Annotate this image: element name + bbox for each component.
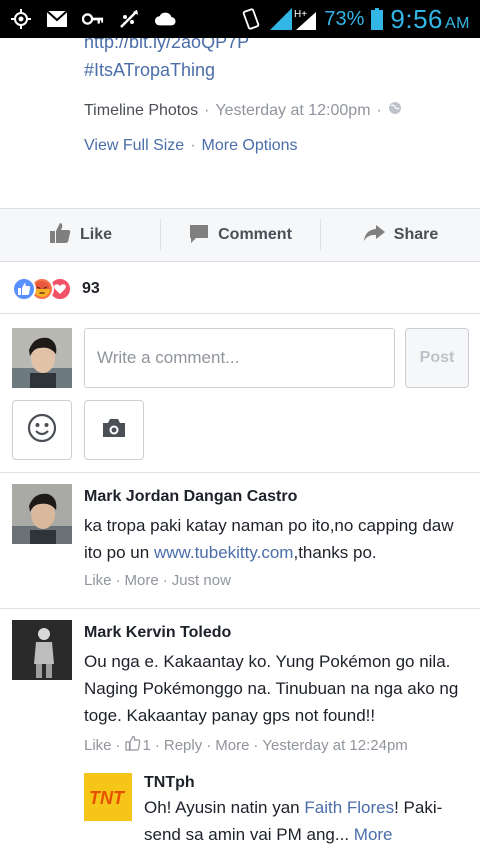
like-button[interactable]: Like bbox=[0, 209, 160, 261]
camera-icon bbox=[101, 417, 127, 444]
tntph-logo[interactable]: TNT bbox=[84, 773, 132, 821]
comment-like-button[interactable]: Like bbox=[84, 737, 112, 754]
gps-icon bbox=[10, 8, 32, 30]
comment-text-part: ,thanks po. bbox=[293, 543, 377, 562]
comment-like-button[interactable]: Like bbox=[84, 572, 112, 589]
separator: · bbox=[162, 572, 168, 589]
divider bbox=[0, 313, 480, 314]
reply-item: TNTph Oh! Ayusin natin yan Faith Flores!… bbox=[144, 774, 474, 848]
separator: · bbox=[115, 572, 121, 589]
reply-mention[interactable]: Faith Flores bbox=[304, 798, 394, 817]
comment-text: Ou nga e. Kakaantay ko. Yung Pokémon go … bbox=[84, 652, 459, 725]
comment-like-count[interactable]: 1 bbox=[124, 735, 151, 755]
more-options-link[interactable]: More Options bbox=[202, 137, 298, 155]
comment-more-button[interactable]: More bbox=[125, 572, 159, 589]
post-source[interactable]: Timeline Photos bbox=[84, 102, 198, 120]
divider bbox=[0, 608, 480, 609]
post-hashtag[interactable]: #ItsATropaThing bbox=[84, 60, 215, 81]
post-content: http://bit.ly/2aoQP7P #ItsATropaThing Ti… bbox=[0, 38, 480, 208]
post-time[interactable]: Yesterday at 12:00pm bbox=[215, 102, 370, 120]
commenter-avatar[interactable] bbox=[12, 484, 72, 544]
tnt-logo-text: TNT bbox=[89, 788, 126, 808]
comment-time[interactable]: Yesterday at 12:24pm bbox=[262, 737, 407, 754]
commenter-avatar[interactable] bbox=[12, 620, 72, 680]
post-action-bar: Like Comment Share bbox=[0, 208, 480, 262]
globe-icon bbox=[388, 101, 402, 120]
share-label: Share bbox=[393, 226, 439, 243]
separator: · bbox=[206, 736, 212, 754]
separator: · bbox=[115, 736, 121, 754]
like-reaction-icon bbox=[12, 277, 36, 301]
divider bbox=[0, 472, 480, 473]
comment-meta: Like · 1 · Reply · More · Yesterday at 1… bbox=[84, 735, 469, 755]
emoji-button[interactable] bbox=[12, 400, 72, 460]
comment-more-button[interactable]: More bbox=[215, 737, 249, 754]
status-bar: H+ 73% 9:56 AM bbox=[0, 0, 480, 38]
reply-text: Oh! Ayusin natin yan Faith Flores! Paki-… bbox=[144, 794, 474, 848]
reply-author[interactable]: TNTph bbox=[144, 774, 474, 792]
signal-icon: H+ bbox=[268, 8, 318, 30]
comment-link[interactable]: www.tubekitty.com bbox=[154, 543, 294, 562]
comment-item: Mark Kervin Toledo Ou nga e. Kakaantay k… bbox=[84, 624, 469, 755]
camera-button[interactable] bbox=[84, 400, 144, 460]
clock-ampm: AM bbox=[445, 14, 470, 32]
usb-debug-icon bbox=[118, 8, 140, 30]
post-comment-button[interactable]: Post bbox=[405, 328, 469, 388]
separator: · bbox=[376, 101, 382, 119]
comment-bubble-icon bbox=[188, 222, 210, 249]
rotate-icon bbox=[240, 8, 262, 30]
reply-text-part: Oh! Ayusin natin yan bbox=[144, 798, 305, 817]
comment-button[interactable]: Comment bbox=[160, 209, 320, 261]
like-label: Like bbox=[79, 226, 112, 243]
share-button[interactable]: Share bbox=[320, 209, 480, 261]
comment-input-placeholder: Write a comment... bbox=[97, 348, 240, 367]
key-icon bbox=[82, 8, 104, 30]
cloud-icon bbox=[154, 8, 176, 30]
separator: · bbox=[253, 736, 259, 754]
current-user-avatar[interactable] bbox=[12, 328, 72, 388]
reply-more-link[interactable]: More bbox=[354, 825, 393, 844]
gmail-icon bbox=[46, 8, 68, 30]
comment-label: Comment bbox=[218, 226, 292, 243]
reaction-count: 93 bbox=[82, 280, 100, 297]
comment-item: Mark Jordan Dangan Castro ka tropa paki … bbox=[84, 488, 469, 589]
share-arrow-icon bbox=[362, 223, 386, 248]
clock: 9:56 AM bbox=[390, 4, 470, 35]
post-links: View Full Size · More Options bbox=[84, 137, 298, 155]
comment-text: ka tropa paki katay naman po ito,no capp… bbox=[84, 512, 469, 566]
thumbs-up-outline-icon bbox=[124, 735, 141, 755]
separator: · bbox=[190, 137, 196, 154]
network-type-label: H+ bbox=[294, 9, 307, 20]
separator: · bbox=[154, 736, 160, 754]
post-meta: Timeline Photos · Yesterday at 12:00pm · bbox=[84, 101, 402, 120]
comment-reply-button[interactable]: Reply bbox=[164, 737, 202, 754]
reactions-summary[interactable]: 93 bbox=[12, 277, 100, 301]
view-full-size-link[interactable]: View Full Size bbox=[84, 137, 184, 155]
clock-time: 9:56 bbox=[390, 3, 443, 34]
separator: · bbox=[204, 101, 210, 119]
comment-meta: Like · More · Just now bbox=[84, 572, 469, 589]
like-count-number: 1 bbox=[142, 736, 151, 754]
comment-time[interactable]: Just now bbox=[172, 572, 231, 589]
comment-author[interactable]: Mark Kervin Toledo bbox=[84, 624, 469, 642]
comment-input[interactable]: Write a comment... bbox=[84, 328, 395, 388]
comment-author[interactable]: Mark Jordan Dangan Castro bbox=[84, 488, 469, 506]
battery-icon bbox=[370, 8, 384, 30]
smiley-icon bbox=[27, 413, 57, 448]
thumbs-up-icon bbox=[48, 221, 72, 250]
battery-percent: 73% bbox=[324, 7, 365, 30]
